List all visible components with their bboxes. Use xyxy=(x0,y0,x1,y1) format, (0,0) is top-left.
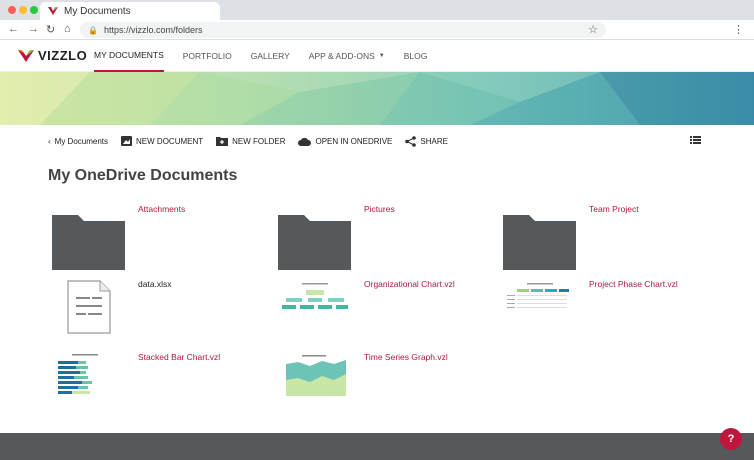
home-icon[interactable]: ⌂ xyxy=(64,23,71,35)
item-name[interactable]: Team Project xyxy=(589,204,639,214)
item-name[interactable]: Pictures xyxy=(364,204,395,214)
file-icon xyxy=(66,280,111,334)
vizzlo-logo[interactable]: VIZZLO xyxy=(18,48,87,63)
stacked-bar-thumbnail xyxy=(52,352,125,400)
project-phase-thumbnail xyxy=(503,279,576,323)
banner-polygon-art xyxy=(0,72,754,125)
header-banner xyxy=(0,72,754,125)
site-header: VIZZLO MY DOCUMENTS PORTFOLIO GALLERY AP… xyxy=(0,40,754,72)
reload-icon[interactable]: ↻ xyxy=(46,23,55,36)
share-icon xyxy=(405,135,417,147)
share-button[interactable]: SHARE xyxy=(405,135,448,147)
folder-tile[interactable]: Pictures xyxy=(278,204,503,270)
open-onedrive-button[interactable]: OPEN IN ONEDRIVE xyxy=(298,137,392,146)
folder-tile[interactable]: Team Project xyxy=(503,204,728,270)
nav-app-addons[interactable]: APP & ADD-ONS ▼ xyxy=(309,40,385,72)
browser-menu-icon[interactable]: ⋮ xyxy=(733,23,744,36)
caret-down-icon: ▼ xyxy=(378,53,385,59)
item-name[interactable]: data.xlsx xyxy=(138,279,172,289)
page-footer xyxy=(0,433,754,460)
documents-toolbar: ‹ My Documents NEW DOCUMENT NEW FOLDER O… xyxy=(48,131,708,151)
page-title: My OneDrive Documents xyxy=(48,167,238,184)
forward-arrow-icon[interactable]: → xyxy=(28,23,39,35)
nav-portfolio[interactable]: PORTFOLIO xyxy=(183,40,232,72)
time-series-thumbnail xyxy=(278,352,351,400)
item-name[interactable]: Time Series Graph.vzl xyxy=(364,352,448,362)
new-document-button[interactable]: NEW DOCUMENT xyxy=(121,136,203,146)
brand-name: VIZZLO xyxy=(38,48,88,63)
item-name[interactable]: Attachments xyxy=(138,204,185,214)
nav-label: BLOG xyxy=(403,51,428,61)
document-thumbnail[interactable] xyxy=(52,279,125,334)
nav-my-documents[interactable]: MY DOCUMENTS xyxy=(94,40,164,72)
vizzlo-favicon-icon xyxy=(48,7,58,15)
url-text: https://vizzlo.com/folders xyxy=(103,25,203,35)
share-label: SHARE xyxy=(420,136,448,146)
tab-title: My Documents xyxy=(64,5,131,17)
document-tile[interactable]: data.xlsx xyxy=(52,279,277,345)
item-name[interactable]: Organizational Chart.vzl xyxy=(364,279,455,289)
folder-icon xyxy=(278,215,351,270)
folder-thumbnail[interactable] xyxy=(52,204,125,270)
org-chart-thumbnail xyxy=(278,279,351,323)
folder-plus-icon xyxy=(216,137,229,146)
browser-tab[interactable]: My Documents xyxy=(40,2,220,20)
help-button[interactable]: ? xyxy=(720,428,742,450)
nav-label: PORTFOLIO xyxy=(182,51,232,61)
document-icon xyxy=(121,136,133,146)
back-arrow-icon[interactable]: ← xyxy=(8,23,19,35)
bookmark-star-icon[interactable]: ☆ xyxy=(588,23,598,36)
browser-address-bar: ← → ↻ ⌂ 🔒 https://vizzlo.com/folders ☆ ⋮ xyxy=(0,20,754,40)
window-close-icon[interactable] xyxy=(8,6,16,14)
vizzlo-logo-icon xyxy=(18,49,34,62)
document-tile[interactable]: Organizational Chart.vzl xyxy=(278,279,503,345)
lock-icon: 🔒 xyxy=(88,25,98,35)
new-folder-label: NEW FOLDER xyxy=(232,136,286,146)
back-to-my-documents[interactable]: ‹ My Documents xyxy=(48,137,108,146)
document-tile[interactable]: Time Series Graph.vzl xyxy=(278,352,503,418)
folder-tile[interactable]: Attachments xyxy=(52,204,277,270)
new-document-label: NEW DOCUMENT xyxy=(136,136,204,146)
back-label: My Documents xyxy=(54,136,109,146)
window-zoom-icon[interactable] xyxy=(30,6,38,14)
new-folder-button[interactable]: NEW FOLDER xyxy=(216,136,285,146)
nav-label: MY DOCUMENTS xyxy=(94,50,164,60)
main-nav: MY DOCUMENTS PORTFOLIO GALLERY APP & ADD… xyxy=(94,40,446,72)
document-tile[interactable]: Stacked Bar Chart.vzl xyxy=(52,352,277,418)
document-thumbnail[interactable] xyxy=(278,352,351,400)
nav-blog[interactable]: BLOG xyxy=(404,40,428,72)
folder-thumbnail[interactable] xyxy=(278,204,351,270)
chevron-left-icon: ‹ xyxy=(48,136,51,146)
folder-icon xyxy=(52,215,125,270)
document-thumbnail[interactable] xyxy=(503,279,576,323)
nav-label: GALLERY xyxy=(250,51,290,61)
url-field[interactable]: 🔒 https://vizzlo.com/folders ☆ xyxy=(80,22,606,38)
item-name[interactable]: Stacked Bar Chart.vzl xyxy=(138,352,220,362)
open-onedrive-label: OPEN IN ONEDRIVE xyxy=(315,136,393,146)
list-view-icon[interactable] xyxy=(690,136,701,144)
document-thumbnail[interactable] xyxy=(52,352,125,400)
folder-icon xyxy=(503,215,576,270)
browser-titlebar: My Documents xyxy=(0,0,754,20)
document-tile[interactable]: Project Phase Chart.vzl xyxy=(503,279,728,345)
nav-gallery[interactable]: GALLERY xyxy=(251,40,290,72)
cloud-icon xyxy=(298,137,312,146)
folder-thumbnail[interactable] xyxy=(503,204,576,270)
document-thumbnail[interactable] xyxy=(278,279,351,323)
nav-label: APP & ADD-ONS xyxy=(308,51,375,61)
item-name[interactable]: Project Phase Chart.vzl xyxy=(589,279,678,289)
window-minimize-icon[interactable] xyxy=(19,6,27,14)
